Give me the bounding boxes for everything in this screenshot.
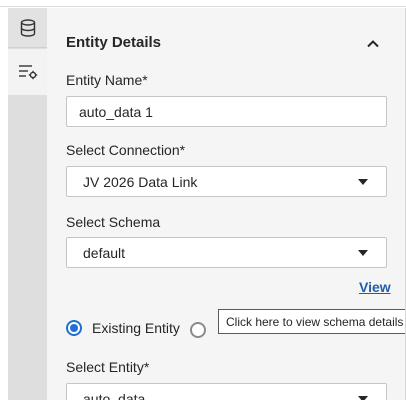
connection-select[interactable]: JV 2026 Data Link <box>66 166 387 197</box>
schema-value: default <box>83 244 126 261</box>
section-title: Entity Details <box>66 34 162 51</box>
properties-icon <box>18 65 37 80</box>
side-rail <box>8 8 47 400</box>
existing-entity-option[interactable]: Existing Entity <box>66 318 180 338</box>
entity-name-label: Entity Name* <box>66 72 148 88</box>
top-border <box>0 0 406 7</box>
existing-entity-radio[interactable] <box>66 320 82 336</box>
entity-select[interactable]: auto_data <box>66 383 387 400</box>
new-entity-radio[interactable] <box>190 322 206 338</box>
schema-select[interactable]: default <box>66 237 387 268</box>
tooltip-text: Click here to view schema details <box>226 314 404 329</box>
rail-item-properties[interactable] <box>8 49 47 95</box>
connection-value: JV 2026 Data Link <box>83 173 198 190</box>
existing-entity-label: Existing Entity <box>92 320 180 336</box>
database-icon <box>20 18 35 37</box>
connection-label: Select Connection* <box>66 142 186 158</box>
entity-name-value: auto_data 1 <box>79 103 153 120</box>
schema-label: Select Schema <box>66 214 161 230</box>
entity-label: Select Entity* <box>66 359 150 375</box>
caret-down-icon <box>358 250 368 256</box>
entity-value: auto_data <box>83 390 146 400</box>
entity-details-panel: Entity Details Entity Name* auto_data 1 … <box>47 8 406 400</box>
rail-item-database[interactable] <box>8 8 47 48</box>
view-schema-tooltip: Click here to view schema details <box>218 309 406 334</box>
caret-down-icon <box>358 179 368 185</box>
chevron-up-icon[interactable] <box>365 36 381 52</box>
view-schema-link[interactable]: View <box>359 279 391 295</box>
entity-name-input[interactable]: auto_data 1 <box>66 96 387 127</box>
caret-down-icon <box>358 396 368 400</box>
